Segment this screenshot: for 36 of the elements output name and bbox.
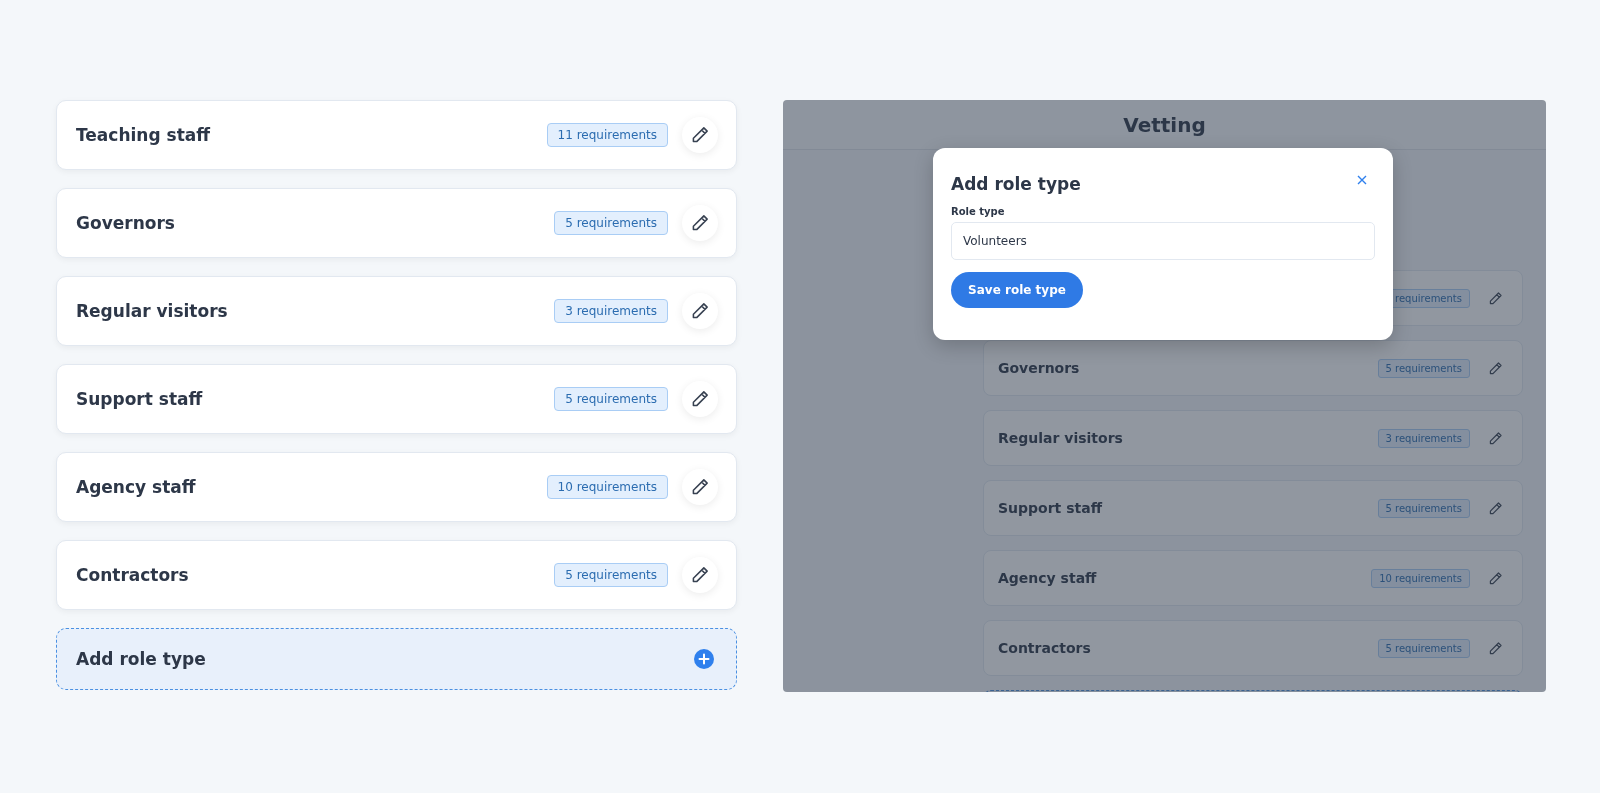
requirements-badge: 5 requirements: [554, 211, 668, 235]
role-title: Contractors: [76, 565, 190, 585]
role-title: Support staff: [998, 500, 1104, 516]
requirements-badge: 5 requirements: [1377, 638, 1470, 658]
role-title: Teaching staff: [76, 125, 212, 145]
edit-button[interactable]: [682, 381, 718, 417]
requirements-badge: 3 requirements: [554, 299, 668, 323]
add-role-button[interactable]: Add role type: [56, 628, 737, 690]
edit-button[interactable]: [682, 557, 718, 593]
requirements-badge: 10 requirements: [1371, 568, 1470, 588]
edit-button[interactable]: [682, 117, 718, 153]
requirements-badge: 11 requirements: [546, 123, 668, 147]
role-title: Regular visitors: [76, 301, 229, 321]
modal-title: Add role type: [951, 174, 1081, 194]
role-title: Support staff: [76, 389, 204, 409]
edit-button[interactable]: [682, 469, 718, 505]
field-label: Role type: [951, 206, 1006, 217]
role-title: Governors: [998, 360, 1081, 376]
plus-icon: [694, 649, 714, 669]
role-type-field[interactable]: Volunteers: [951, 222, 1375, 260]
requirements-badge: 5 requirements: [554, 387, 668, 411]
role-title: Agency staff: [76, 477, 197, 497]
requirements-badge: 5 requirements: [1377, 498, 1470, 518]
role-title: Regular visitors: [998, 430, 1124, 446]
close-icon[interactable]: [1357, 175, 1367, 185]
requirements-badge: 5 requirements: [554, 563, 668, 587]
requirements-badge: 10 requirements: [546, 475, 668, 499]
page-title: Vetting: [1123, 112, 1206, 137]
edit-button[interactable]: [682, 205, 718, 241]
edit-button[interactable]: [682, 293, 718, 329]
save-button[interactable]: Save role type: [951, 272, 1083, 308]
requirements-badge: 5 requirements: [1377, 358, 1470, 378]
role-title: Agency staff: [998, 570, 1098, 586]
role-title: Contractors: [998, 640, 1092, 656]
role-title: Governors: [76, 213, 176, 233]
requirements-badge: 3 requirements: [1377, 428, 1470, 448]
